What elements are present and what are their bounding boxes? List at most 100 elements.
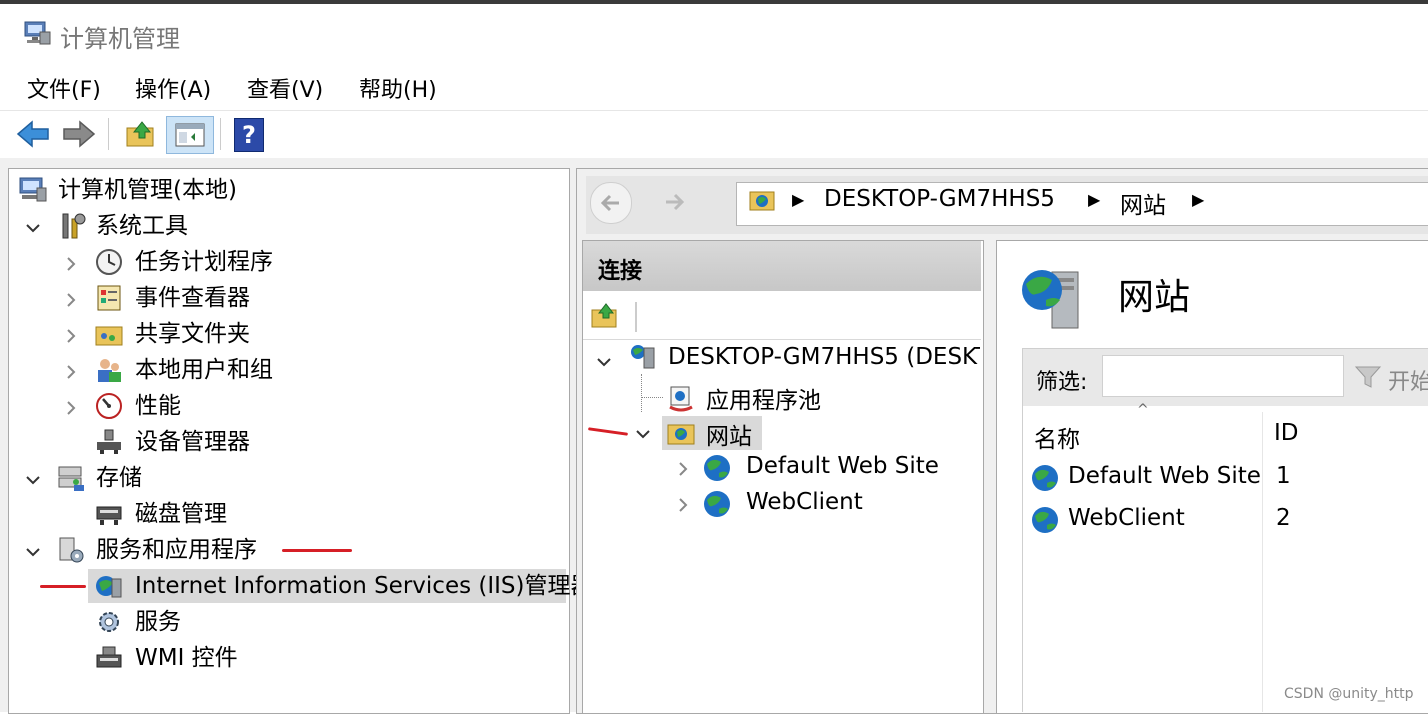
disk-icon <box>94 499 124 529</box>
tree-iis-manager[interactable]: Internet Information Services (IIS)管理器 <box>135 569 594 603</box>
performance-icon <box>94 391 124 421</box>
chevron-right-icon[interactable] <box>64 257 78 271</box>
folder-up-icon <box>126 121 154 147</box>
chevron-right-icon[interactable] <box>64 401 78 415</box>
conn-server[interactable]: DESKTOP-GM7HHS5 (DESKT <box>668 344 980 370</box>
app-pool-icon <box>666 383 696 413</box>
chevron-down-icon[interactable] <box>26 545 40 559</box>
tree-device-manager[interactable]: 设备管理器 <box>135 425 250 459</box>
chevron-down-icon[interactable] <box>26 221 40 235</box>
watermark: CSDN @unity_http <box>1284 686 1414 702</box>
filter-start-button[interactable]: 开始 <box>1388 364 1428 396</box>
table-row[interactable]: Default Web Site 1 <box>1024 458 1428 500</box>
tree-local-users[interactable]: 本地用户和组 <box>135 353 273 387</box>
tools-icon <box>58 211 88 241</box>
menu-bar <box>0 62 1428 110</box>
folder-up-icon <box>591 303 617 328</box>
shared-folder-icon <box>94 319 124 349</box>
tree-shared-folders[interactable]: 共享文件夹 <box>135 317 250 351</box>
tree-wmi[interactable]: WMI 控件 <box>135 641 238 675</box>
tree-disk-management[interactable]: 磁盘管理 <box>135 497 227 531</box>
tree-event-viewer[interactable]: 事件查看器 <box>135 281 250 315</box>
computer-management-icon <box>22 18 52 48</box>
sites-folder-icon <box>666 418 696 448</box>
server-icon <box>628 342 658 372</box>
tree-services[interactable]: 服务 <box>135 605 181 639</box>
console-tree-pane <box>8 168 570 714</box>
toolbar-separator <box>108 118 109 150</box>
grid-column-divider <box>1262 412 1263 712</box>
breadcrumb-separator: ▶ <box>1088 190 1101 209</box>
forward-button[interactable] <box>62 118 96 150</box>
arrow-right-icon <box>666 193 685 211</box>
connect-button[interactable] <box>590 300 620 330</box>
chevron-right-icon[interactable] <box>676 498 690 512</box>
tree-connector-line <box>641 374 642 412</box>
title-bar: 计算机管理 <box>0 4 1428 62</box>
menu-view[interactable]: 查看(V) <box>247 72 323 104</box>
conn-site-default[interactable]: Default Web Site <box>746 453 939 479</box>
sites-folder-icon <box>748 186 776 214</box>
filter-label: 筛选: <box>1036 370 1088 395</box>
up-one-level-button[interactable] <box>124 118 158 150</box>
connections-toolbar <box>583 291 981 340</box>
chevron-right-icon[interactable] <box>64 293 78 307</box>
arrow-left-icon <box>600 194 619 212</box>
menu-help[interactable]: 帮助(H) <box>359 72 437 104</box>
table-row[interactable]: WebClient 2 <box>1024 500 1428 542</box>
chevron-right-icon[interactable] <box>64 365 78 379</box>
annotation-underline <box>282 549 352 552</box>
help-icon: ? <box>242 121 256 149</box>
site-name-cell: Default Web Site <box>1068 463 1261 489</box>
connections-header <box>583 241 981 291</box>
column-header-id[interactable]: ID <box>1274 420 1299 446</box>
storage-icon <box>56 463 86 493</box>
sites-grid <box>1022 406 1428 712</box>
site-id-cell: 1 <box>1276 463 1291 489</box>
tree-storage[interactable]: 存储 <box>96 461 142 495</box>
site-id-cell: 2 <box>1276 505 1291 531</box>
arrow-left-icon <box>16 120 49 148</box>
console-tree-icon <box>175 123 205 147</box>
connections-title: 连接 <box>598 259 643 284</box>
clock-icon <box>94 247 124 277</box>
site-name-cell: WebClient <box>1068 505 1185 531</box>
annotation-mark <box>40 585 86 588</box>
globe-icon <box>1030 505 1060 535</box>
tree-root[interactable]: 计算机管理(本地) <box>58 173 237 207</box>
breadcrumb-sites[interactable]: 网站 <box>1120 186 1166 220</box>
users-icon <box>94 355 124 385</box>
globe-icon <box>702 453 732 483</box>
sites-header-icon <box>1018 262 1090 330</box>
toolbar <box>0 110 1428 160</box>
iis-back-button[interactable] <box>590 182 632 224</box>
tree-services-apps[interactable]: 服务和应用程序 <box>96 533 257 567</box>
column-header-name[interactable]: 名称 <box>1034 420 1080 454</box>
back-button[interactable] <box>16 118 50 150</box>
toolbar-separator <box>635 302 637 332</box>
computer-icon <box>18 175 48 205</box>
breadcrumb-server[interactable]: DESKTOP-GM7HHS5 <box>824 186 1055 212</box>
content-title: 网站 <box>1118 277 1191 318</box>
conn-sites[interactable]: 网站 <box>706 417 752 451</box>
tree-system-tools[interactable]: 系统工具 <box>96 209 188 243</box>
help-button[interactable]: ? <box>234 118 264 152</box>
chevron-down-icon[interactable] <box>636 427 650 441</box>
tree-task-scheduler[interactable]: 任务计划程序 <box>135 245 273 279</box>
arrow-right-icon <box>63 120 96 148</box>
conn-site-webclient[interactable]: WebClient <box>746 489 863 515</box>
filter-input[interactable] <box>1102 355 1344 397</box>
menu-action[interactable]: 操作(A) <box>135 72 211 104</box>
breadcrumb-separator: ▶ <box>1192 190 1205 209</box>
chevron-down-icon[interactable] <box>597 355 611 369</box>
chevron-down-icon[interactable] <box>26 473 40 487</box>
device-manager-icon <box>94 427 124 457</box>
chevron-right-icon[interactable] <box>64 329 78 343</box>
menu-file[interactable]: 文件(F) <box>27 72 101 104</box>
tree-performance[interactable]: 性能 <box>135 389 181 423</box>
conn-app-pools[interactable]: 应用程序池 <box>706 381 821 415</box>
chevron-right-icon[interactable] <box>676 462 690 476</box>
sort-indicator: ^ <box>1137 402 1149 418</box>
iis-forward-button[interactable] <box>656 182 696 222</box>
show-hide-tree-button[interactable] <box>166 116 214 154</box>
